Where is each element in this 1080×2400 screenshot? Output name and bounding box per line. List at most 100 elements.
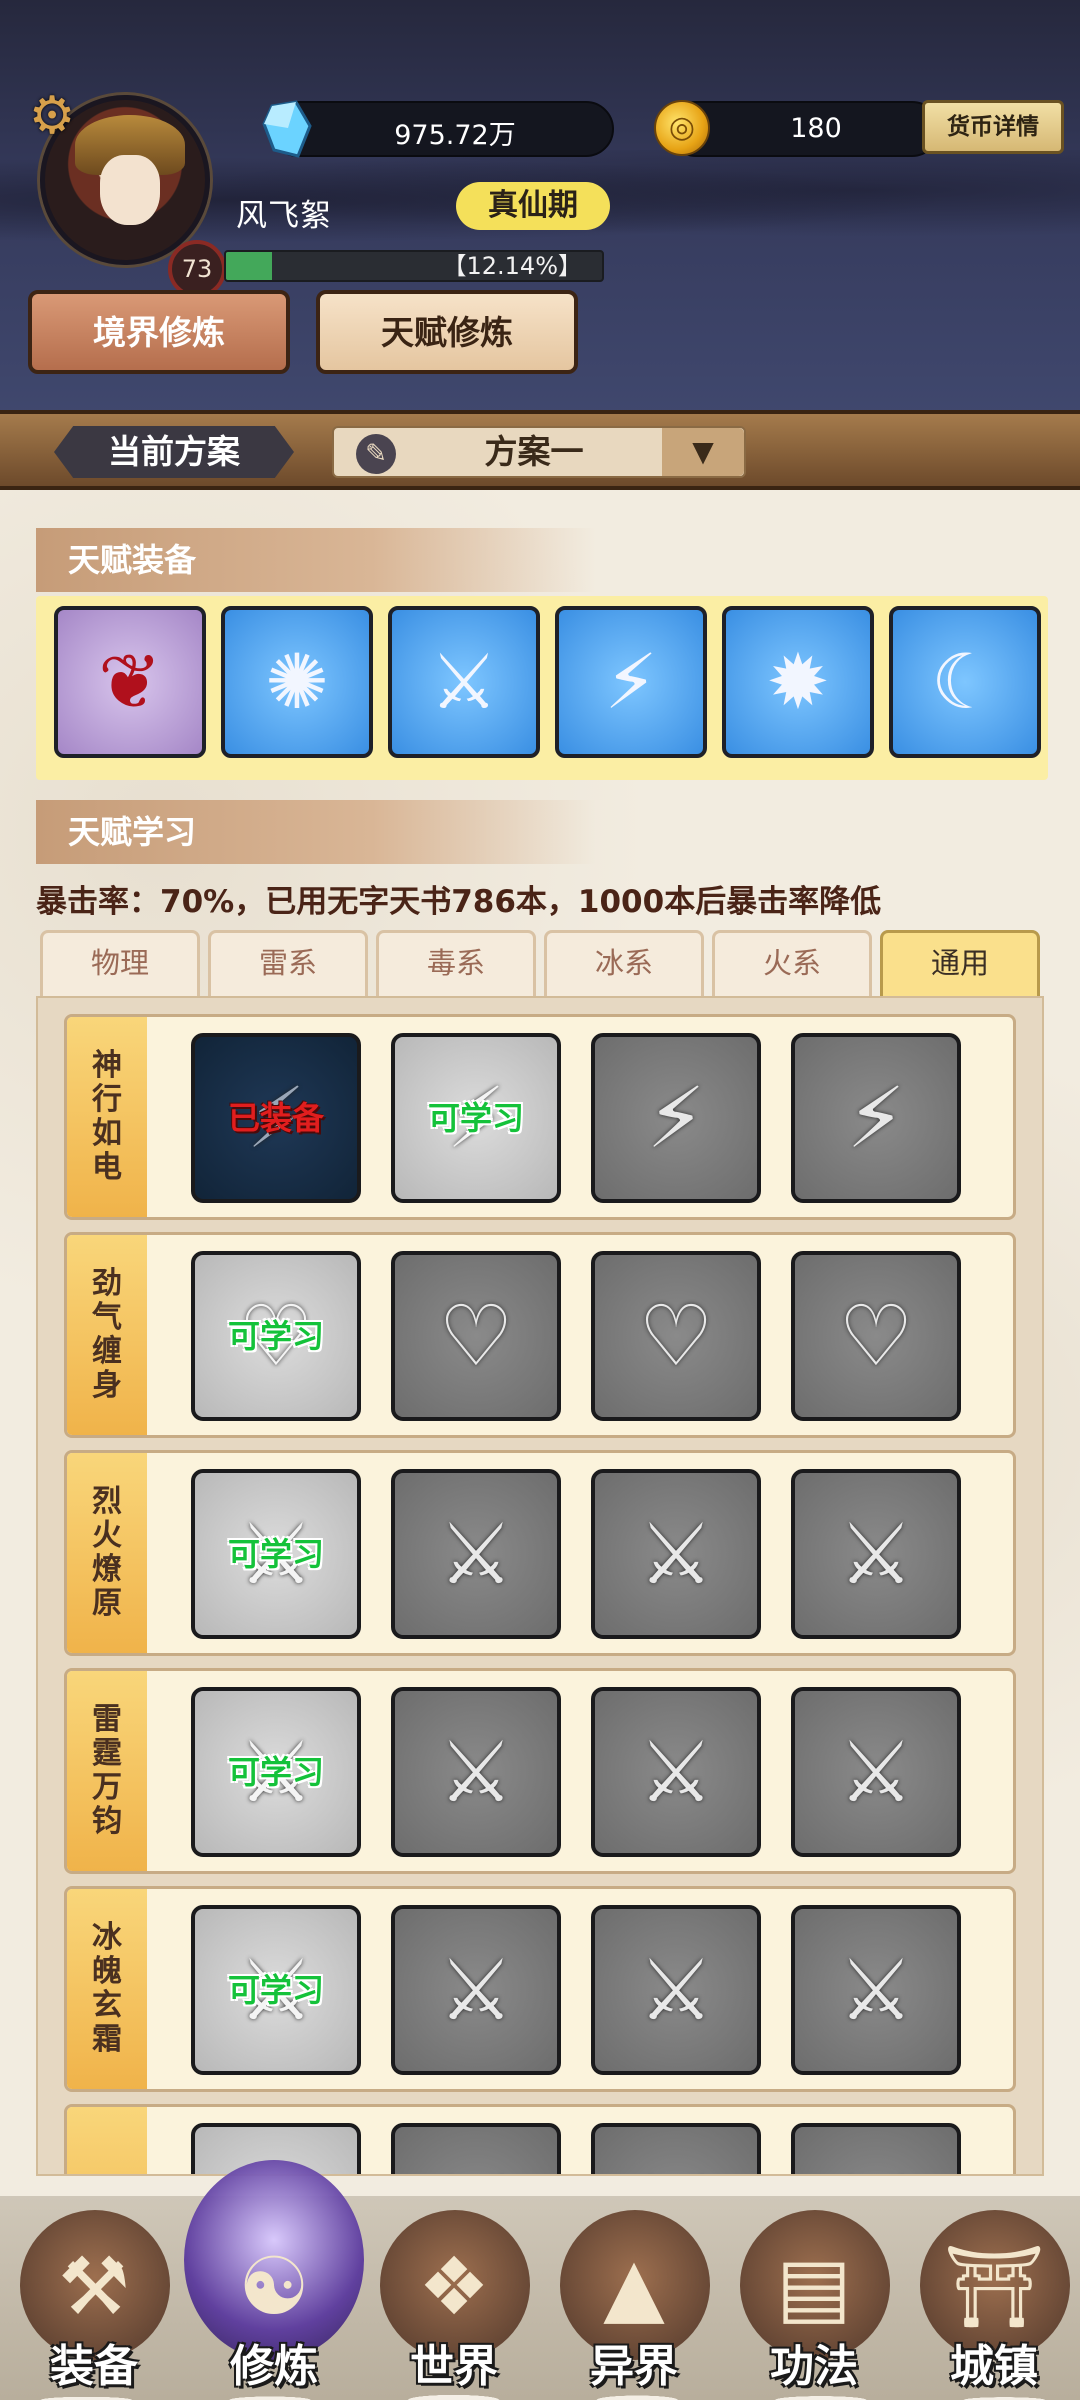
tab-category[interactable]: 通用 [880,930,1040,996]
coin-amount: 180 [790,113,842,144]
talent-cell[interactable]: ⚔ [591,1905,761,2075]
talent-row-name: 冰魄玄霜 [67,1889,147,2089]
talent-cell[interactable]: ⚡ 已装备 [191,1033,361,1203]
nav-item[interactable]: ☯ 修炼 [184,2160,364,2400]
talent-icon: ⚔ [838,1723,914,1821]
sword-crown-icon: ⚔ [429,637,499,726]
talent-cell[interactable]: ⚔ 可学习 [191,1687,361,1857]
fire-dragon-icon: ✺ [265,637,329,726]
currency-detail-button[interactable]: 货币详情 [922,100,1064,154]
talent-cell[interactable]: ⚔ [791,1469,961,1639]
nav-glyph: ⚒ [58,2240,130,2333]
talent-row: 冰魄玄霜 ⚔ 可学习 ⚔ ⚔ ⚔ [64,1886,1016,2092]
nav-item[interactable]: ▲ 异界 [544,2160,724,2400]
avatar-face [100,155,160,225]
tab-category[interactable]: 冰系 [544,930,704,996]
talent-icon: ⚔ [438,1505,514,1603]
talent-icon: ⚔ [438,1723,514,1821]
talent-icon: ⚔ [838,1941,914,2039]
nav-item[interactable]: ❖ 世界 [364,2160,544,2400]
exp-percent-text: 【12.14%】 [442,252,582,280]
app-root: ⚙ 73 风飞絮 真仙期 【12.14%】 975.72万 ◎ 180 货币详情… [0,0,1080,2400]
equip-slot[interactable]: ⚡ [555,606,707,758]
section-title-equip: 天赋装备 [36,528,596,592]
nav-label: 异界 [590,2341,678,2392]
header: ⚙ 73 风飞絮 真仙期 【12.14%】 975.72万 ◎ 180 货币详情… [0,0,1080,420]
talent-cell[interactable]: ⚔ [591,1687,761,1857]
talent-icon: ♡ [438,1287,514,1385]
tab-realm-cultivation[interactable]: 境界修炼 [28,290,290,374]
nav-label: 修炼 [230,2341,318,2392]
nav-label: 世界 [410,2341,498,2392]
lightning-arrow-icon: ⚡ [604,637,658,726]
talent-state-label: 可学习 [227,1753,324,1791]
section-title-learn: 天赋学习 [36,800,596,864]
chevron-down-icon[interactable]: ▼ [662,428,744,476]
talent-cell[interactable]: ⚡ [791,1033,961,1203]
compass-icon: ✎ [356,434,396,474]
talent-state-label: 可学习 [227,1971,324,2009]
tab-category[interactable]: 火系 [712,930,872,996]
talent-state-label: 已装备 [227,1099,324,1137]
talent-cell[interactable]: ⚔ [391,1469,561,1639]
equip-slot[interactable]: ✺ [221,606,373,758]
tab-category[interactable]: 雷系 [208,930,368,996]
talent-state-label: 可学习 [227,1317,324,1355]
talent-row: 神行如电 ⚡ 已装备 ⚡ 可学习 ⚡ ⚡ [64,1014,1016,1220]
talent-state-label: 可学习 [227,1535,324,1573]
talent-cell[interactable]: ♡ [791,1251,961,1421]
equip-slot[interactable]: ❦ [54,606,206,758]
talent-row-name: 烈火燎原 [67,1453,147,1653]
equip-slot[interactable]: ⚔ [388,606,540,758]
nav-glyph: ❖ [418,2240,490,2333]
nav-glyph: ⛩ [943,2240,1045,2333]
talent-icon: ♡ [638,1287,714,1385]
storm-orb-icon: ✹ [766,637,830,726]
equip-slot[interactable]: ✹ [722,606,874,758]
exp-progress-bar: 【12.14%】 [224,250,604,282]
nav-item[interactable]: ▤ 功法 [724,2160,904,2400]
plan-dropdown[interactable]: ✎ 方案一 ▼ [332,426,746,478]
nav-label: 功法 [770,2341,858,2392]
talent-cell[interactable]: ⚔ [391,1687,561,1857]
talent-cell[interactable]: ⚔ [791,1687,961,1857]
tab-category[interactable]: 物理 [40,930,200,996]
talent-row: 烈火燎原 ⚔ 可学习 ⚔ ⚔ ⚔ [64,1450,1016,1656]
talent-cell[interactable]: ⚔ [591,1469,761,1639]
talent-cell[interactable]: ♡ 可学习 [191,1251,361,1421]
claw-icon: ☾ [930,637,1000,726]
talent-cell[interactable]: ⚔ 可学习 [191,1469,361,1639]
talent-cell[interactable]: ⚡ 可学习 [391,1033,561,1203]
tab-talent-cultivation[interactable]: 天赋修炼 [316,290,578,374]
talent-row: 雷霆万钧 ⚔ 可学习 ⚔ ⚔ ⚔ [64,1668,1016,1874]
nav-item[interactable]: ⚒ 装备 [4,2160,184,2400]
talent-cell[interactable]: ⚔ [791,1905,961,2075]
talent-state-label: 可学习 [427,1099,524,1137]
talent-row-name: 劲气缠身 [67,1235,147,1435]
crit-rate-text: 暴击率：70%，已用无字天书786本，1000本后暴击率降低 [36,884,882,920]
equip-slot[interactable]: ☾ [889,606,1041,758]
talent-cell[interactable]: ♡ [391,1251,561,1421]
talent-icon: ⚔ [838,1505,914,1603]
talent-row-name: 神行如电 [67,1017,147,1217]
talent-icon: ⚡ [846,1069,906,1167]
talent-cell[interactable]: ⚔ 可学习 [191,1905,361,2075]
talent-icon: ⚡ [646,1069,706,1167]
tab-category[interactable]: 毒系 [376,930,536,996]
talent-cell[interactable]: ♡ [591,1251,761,1421]
crystal-icon [262,100,312,158]
talent-row: 劲气缠身 ♡ 可学习 ♡ ♡ ♡ [64,1232,1016,1438]
talent-row-name: 雷霆万钧 [67,1671,147,1871]
gear-icon[interactable]: ⚙ [24,88,80,144]
equip-slots-row: ❦ ✺ ⚔ ⚡ ✹ ☾ [36,596,1048,780]
player-name: 风飞絮 [236,198,332,234]
nav-label: 城镇 [950,2341,1038,2392]
talent-cell[interactable]: ⚡ [591,1033,761,1203]
nav-glyph: ▤ [776,2240,852,2333]
talent-icon: ⚔ [638,1723,714,1821]
talent-grid[interactable]: 神行如电 ⚡ 已装备 ⚡ 可学习 ⚡ ⚡ 劲气缠身 ♡ 可学习 ♡ ♡ ♡ 烈火燎原 ⚔ 可学习 ⚔ ⚔ ⚔ 雷霆万钧… [36,996,1044,2176]
nav-glyph: ☯ [238,2240,310,2333]
nav-item[interactable]: ⛩ 城镇 [904,2160,1080,2400]
nav-glyph: ▲ [603,2240,665,2333]
talent-cell[interactable]: ⚔ [391,1905,561,2075]
